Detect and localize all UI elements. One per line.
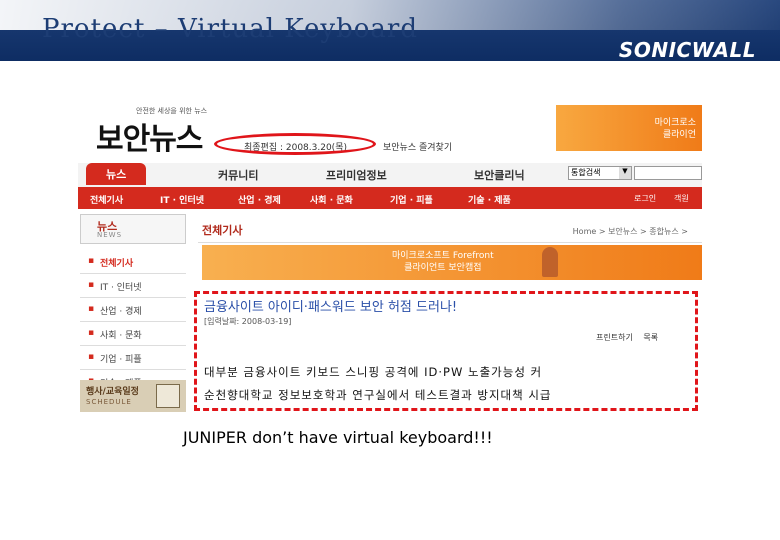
login-button[interactable]: 로그인 <box>634 193 656 204</box>
sonicwall-logo: SONICWALL <box>618 38 756 62</box>
nav-item-clinic[interactable]: 보안클리닉 <box>474 167 525 183</box>
subnav-item-industry[interactable]: 산업 · 경제 <box>238 193 281 206</box>
person-figure-icon <box>542 247 558 277</box>
content-ad-line1: 마이크로소프트 Forefront <box>392 251 494 261</box>
sub-nav: 전체기사 IT · 인터넷 산업 · 경제 사회 · 문화 기업 · 피플 기술… <box>78 189 702 209</box>
chevron-down-icon: ▼ <box>619 167 631 179</box>
print-button[interactable]: 프린트하기 <box>596 333 633 342</box>
sidebar-item-people[interactable]: ▪ 기업 · 피플 <box>80 346 186 370</box>
article-line-2: 순천향대학교 정보보호학과 연구실에서 테스트결과 방지대책 시급 <box>204 388 552 402</box>
schedule-banner-title: 행사/교육일정 <box>86 387 139 397</box>
search-type-select[interactable]: 통합검색 ▼ <box>568 166 632 180</box>
list-button[interactable]: 목록 <box>643 333 658 342</box>
schedule-banner-en: SCHEDULE <box>86 398 132 406</box>
date-highlight-oval <box>214 133 376 155</box>
slide-caption: JUNIPER don’t have virtual keyboard!!! <box>183 428 493 447</box>
sidebar-item-society[interactable]: ▪ 사회 · 문화 <box>80 322 186 346</box>
article-date: [입력날짜: 2008-03-19] <box>204 317 292 326</box>
slide-header: Protect – Virtual Keyboard SONICWALL <box>0 0 780 62</box>
sidebar-item-label: IT · 인터넷 <box>100 283 142 293</box>
top-ad-text: 마이크로소 클라이언 <box>654 118 696 140</box>
breadcrumb: Home > 보안뉴스 > 종합뉴스 > <box>572 227 688 236</box>
sidebar-item-label: 전체기사 <box>100 259 134 269</box>
bullet-icon: ▪ <box>88 352 95 362</box>
sidebar-title: 뉴스 NEWS <box>80 214 186 244</box>
bullet-icon: ▪ <box>88 280 95 290</box>
subnav-extra[interactable]: 객원 <box>674 193 689 204</box>
content-header: 전체기사 Home > 보안뉴스 > 종합뉴스 > <box>198 218 702 243</box>
search-type-value: 통합검색 <box>571 168 601 177</box>
schedule-banner[interactable]: 행사/교육일정 SCHEDULE <box>80 380 186 412</box>
subnav-item-people[interactable]: 기업 · 피플 <box>390 193 433 206</box>
nav-item-community[interactable]: 커뮤니티 <box>218 167 258 183</box>
sidebar-item-label: 사회 · 문화 <box>100 331 142 341</box>
subnav-item-society[interactable]: 사회 · 문화 <box>310 193 353 206</box>
content-heading: 전체기사 <box>202 224 243 237</box>
sidebar-item-it[interactable]: ▪ IT · 인터넷 <box>80 274 186 298</box>
top-ad-banner[interactable]: 마이크로소 클라이언 <box>556 105 702 151</box>
article-tools: 프린트하기 목록 <box>588 332 658 343</box>
website-screenshot: 마이크로소 클라이언 안전한 세상을 위한 뉴스 보안뉴스 최종편집 : 200… <box>78 100 702 415</box>
sidebar-item-label: 기업 · 피플 <box>100 355 142 365</box>
nav-item-news[interactable]: 뉴스 <box>86 163 147 185</box>
subnav-item-it[interactable]: IT · 인터넷 <box>160 193 204 206</box>
content-ad-banner[interactable]: 마이크로소프트 Forefront 클라이언트 보안캠접 <box>202 245 702 280</box>
slide-title: Protect – Virtual Keyboard <box>42 14 418 44</box>
search-input[interactable] <box>634 166 702 180</box>
article-title[interactable]: 금융사이트 아이디·패스워드 보안 허점 드러나! <box>204 296 457 315</box>
sidebar-item-industry[interactable]: ▪ 산업 · 경제 <box>80 298 186 322</box>
subnav-item-all[interactable]: 전체기사 <box>90 193 123 206</box>
site-logo[interactable]: 보안뉴스 <box>96 114 203 158</box>
calendar-icon <box>156 384 180 408</box>
bullet-icon: ▪ <box>88 328 95 338</box>
sidebar-title-en: NEWS <box>97 231 123 239</box>
article-line-1: 대부분 금융사이트 키보드 스니핑 공격에 ID·PW 노출가능성 커 <box>204 365 543 379</box>
sidebar-menu: ▪ 전체기사 ▪ IT · 인터넷 ▪ 산업 · 경제 ▪ 사회 · 문화 ▪ 기업 · … <box>80 250 186 394</box>
bullet-icon: ▪ <box>88 256 95 266</box>
sidebar-item-label: 산업 · 경제 <box>100 307 142 317</box>
bullet-icon: ▪ <box>88 304 95 314</box>
content-ad-text: 마이크로소프트 Forefront 클라이언트 보안캠접 <box>392 250 494 274</box>
nav-item-premium[interactable]: 프리미엄정보 <box>326 167 387 183</box>
main-nav: 뉴스 커뮤니티 프리미엄정보 보안클리닉 통합검색 ▼ <box>78 163 702 189</box>
sidebar-item-all[interactable]: ▪ 전체기사 <box>80 250 186 274</box>
content-ad-line2: 클라이언트 보안캠접 <box>404 263 482 273</box>
bookmark-link[interactable]: 보안뉴스 즐겨찾기 <box>383 140 452 153</box>
subnav-item-tech[interactable]: 기술 · 제품 <box>468 193 511 206</box>
